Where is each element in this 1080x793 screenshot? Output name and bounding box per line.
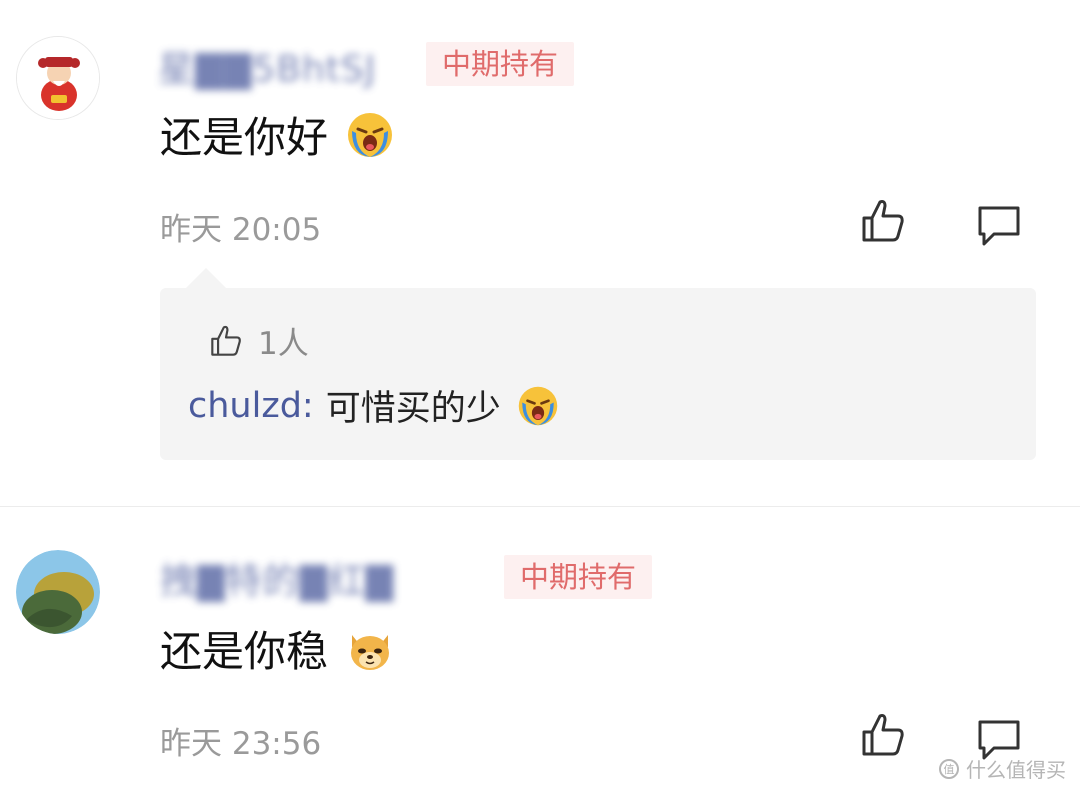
- comment-divider: [0, 506, 1080, 507]
- watermark-text: 什么值得买: [966, 758, 1066, 782]
- comment-text: 还是你好: [160, 104, 394, 165]
- username[interactable]: 星▇▇5BhtSJ: [158, 40, 376, 92]
- comment-text-content: 还是你稳: [160, 627, 329, 676]
- comment-timestamp: 昨天 23:56: [160, 726, 322, 762]
- reply-like-count: 1人: [258, 326, 309, 362]
- thumbs-up-icon[interactable]: [858, 710, 908, 760]
- avatar[interactable]: [16, 36, 100, 120]
- holding-badge: 中期持有: [426, 42, 575, 86]
- crying-face-emoji-icon: [518, 386, 557, 425]
- holding-badge: 中期持有: [504, 555, 653, 599]
- comment-timestamp: 昨天 20:05: [160, 212, 322, 248]
- reply-comment-icon[interactable]: [974, 200, 1024, 250]
- landscape-avatar-icon: [16, 550, 100, 634]
- svg-text:值: 值: [944, 763, 955, 776]
- username[interactable]: 拽▇特的▇红▇: [160, 552, 394, 604]
- thumbs-up-small-icon[interactable]: [208, 323, 244, 359]
- crying-face-emoji-icon: [348, 112, 393, 157]
- reply-likes: 1人: [208, 318, 309, 363]
- comment-list: 星▇▇5BhtSJ 中期持有 还是你好 昨天 20:05 1人 chulzd:: [0, 0, 1080, 793]
- site-watermark: 值 什么值得买: [938, 754, 1066, 783]
- reply-author[interactable]: chulzd:: [188, 386, 314, 426]
- thumbs-up-icon[interactable]: [858, 196, 908, 246]
- reply-box: 1人 chulzd: 可惜买的少: [160, 288, 1036, 460]
- comment-text-content: 还是你好: [160, 113, 329, 162]
- god-of-wealth-avatar-icon: [17, 37, 99, 119]
- comment-text: 还是你稳: [160, 618, 394, 679]
- reply-pointer: [186, 268, 226, 288]
- reply-item[interactable]: chulzd: 可惜买的少: [188, 380, 559, 431]
- avatar[interactable]: [16, 550, 100, 634]
- doge-face-emoji-icon: [351, 634, 390, 670]
- site-logo-icon: 值: [939, 758, 959, 779]
- reply-text: 可惜买的少: [325, 389, 501, 429]
